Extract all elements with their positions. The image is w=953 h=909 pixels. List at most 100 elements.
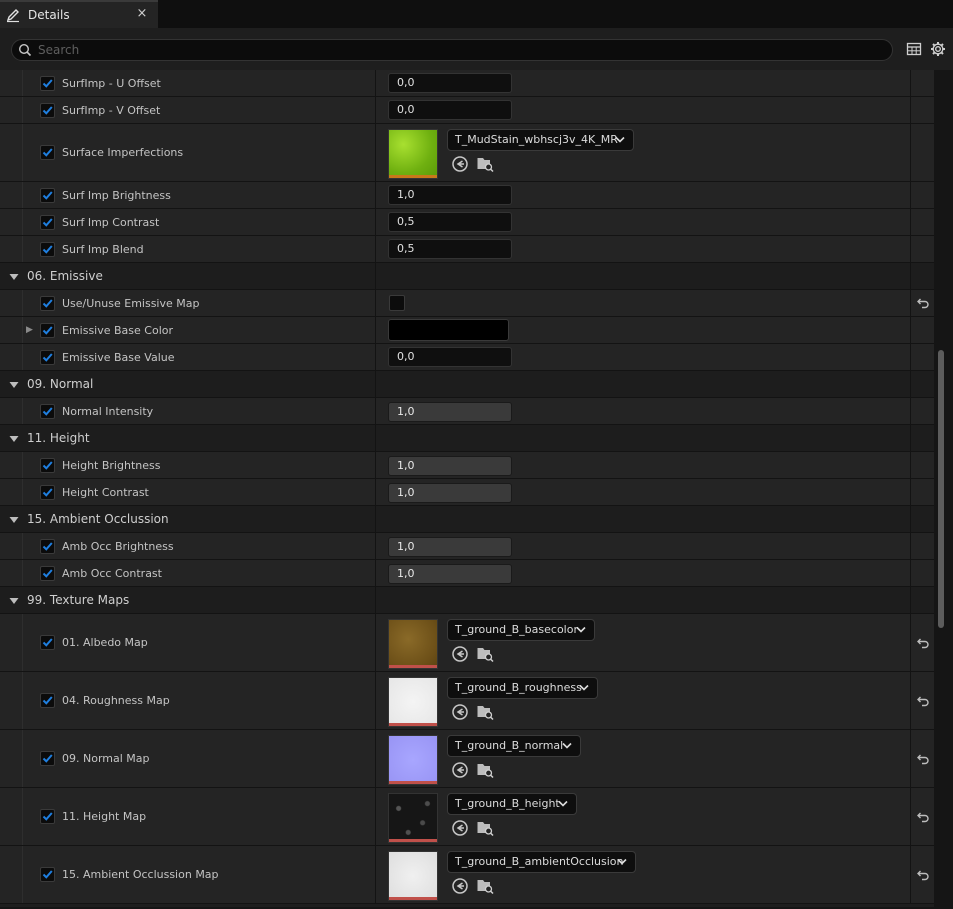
property-label: Amb Occ Brightness xyxy=(62,540,174,553)
asset-picker-dropdown[interactable]: T_ground_B_height xyxy=(447,793,577,815)
texture-thumbnail[interactable] xyxy=(388,735,438,785)
override-checkbox[interactable] xyxy=(40,635,55,650)
collapse-arrow-icon[interactable] xyxy=(9,434,19,444)
browse-asset-icon[interactable] xyxy=(476,645,494,663)
category-texture-maps[interactable]: 99. Texture Maps xyxy=(0,587,934,614)
override-checkbox[interactable] xyxy=(40,103,55,118)
use-selected-asset-icon[interactable] xyxy=(451,155,469,173)
table-view-icon[interactable] xyxy=(906,41,922,57)
search-box[interactable] xyxy=(11,39,893,61)
asset-picker-dropdown[interactable]: T_MudStain_wbhscj3v_4K_MR xyxy=(447,129,634,151)
override-checkbox[interactable] xyxy=(40,485,55,500)
override-checkbox[interactable] xyxy=(40,323,55,338)
use-selected-asset-icon[interactable] xyxy=(451,645,469,663)
use-selected-asset-icon[interactable] xyxy=(451,761,469,779)
browse-asset-icon[interactable] xyxy=(476,877,494,895)
chevron-down-icon xyxy=(576,626,586,633)
property-row-albedo-map: 01. Albedo Map T_ground_B_basecolor xyxy=(0,614,934,672)
reset-to-default-icon[interactable] xyxy=(916,296,930,310)
asset-picker-dropdown[interactable]: T_ground_B_basecolor xyxy=(447,619,595,641)
override-checkbox[interactable] xyxy=(40,867,55,882)
override-checkbox[interactable] xyxy=(40,809,55,824)
override-checkbox[interactable] xyxy=(40,539,55,554)
texture-thumbnail[interactable] xyxy=(388,793,438,843)
override-checkbox[interactable] xyxy=(40,751,55,766)
bool-checkbox[interactable] xyxy=(389,295,405,311)
category-emissive[interactable]: 06. Emissive xyxy=(0,263,934,290)
value-field[interactable]: 1,0 xyxy=(388,185,512,205)
color-swatch[interactable] xyxy=(388,319,509,341)
collapse-arrow-icon[interactable] xyxy=(9,596,19,606)
override-checkbox[interactable] xyxy=(40,215,55,230)
reset-to-default-icon[interactable] xyxy=(916,810,930,824)
value-field[interactable]: 1,0 xyxy=(388,483,512,503)
property-row-height-contrast: Height Contrast 1,0 xyxy=(0,479,934,506)
value-field[interactable]: 1,0 xyxy=(388,564,512,584)
override-checkbox[interactable] xyxy=(40,693,55,708)
browse-asset-icon[interactable] xyxy=(476,155,494,173)
texture-thumbnail[interactable] xyxy=(388,677,438,727)
override-checkbox[interactable] xyxy=(40,404,55,419)
search-input[interactable] xyxy=(38,42,878,58)
vertical-scrollbar[interactable] xyxy=(934,70,953,907)
collapse-arrow-icon[interactable] xyxy=(9,272,19,282)
texture-thumbnail[interactable] xyxy=(388,129,438,179)
chevron-down-icon xyxy=(617,858,627,865)
use-selected-asset-icon[interactable] xyxy=(451,819,469,837)
texture-thumbnail[interactable] xyxy=(388,851,438,901)
browse-asset-icon[interactable] xyxy=(476,819,494,837)
property-label: Surf Imp Contrast xyxy=(62,216,160,229)
value-field[interactable]: 1,0 xyxy=(388,456,512,476)
value-field[interactable]: 0,0 xyxy=(388,73,512,93)
use-selected-asset-icon[interactable] xyxy=(451,877,469,895)
tab-details[interactable]: Details × xyxy=(0,0,158,28)
category-height[interactable]: 11. Height xyxy=(0,425,934,452)
chevron-down-icon xyxy=(615,136,625,143)
scrollbar-thumb[interactable] xyxy=(938,350,944,628)
override-checkbox[interactable] xyxy=(40,566,55,581)
override-checkbox[interactable] xyxy=(40,458,55,473)
override-checkbox[interactable] xyxy=(40,76,55,91)
property-row-emissive-base-color: ▶ Emissive Base Color xyxy=(0,317,934,344)
value-field[interactable]: 0,5 xyxy=(388,212,512,232)
property-label: SurfImp - V Offset xyxy=(62,104,161,117)
reset-to-default-icon[interactable] xyxy=(916,868,930,882)
category-title: 99. Texture Maps xyxy=(27,593,130,607)
collapse-arrow-icon[interactable] xyxy=(9,515,19,525)
property-row-normal-intensity: Normal Intensity 1,0 xyxy=(0,398,934,425)
asset-picker-dropdown[interactable]: T_ground_B_normal xyxy=(447,735,581,757)
expand-arrow-icon[interactable]: ▶ xyxy=(26,325,34,335)
property-label: 04. Roughness Map xyxy=(62,694,170,707)
property-label: 09. Normal Map xyxy=(62,752,150,765)
settings-gear-icon[interactable] xyxy=(930,41,946,57)
close-icon[interactable]: × xyxy=(136,7,148,21)
value-field[interactable]: 1,0 xyxy=(388,537,512,557)
override-checkbox[interactable] xyxy=(40,242,55,257)
tab-title: Details xyxy=(28,8,70,22)
texture-thumbnail[interactable] xyxy=(388,619,438,669)
category-ambient-occlusion[interactable]: 15. Ambient Occlussion xyxy=(0,506,934,533)
asset-picker-dropdown[interactable]: T_ground_B_roughness xyxy=(447,677,598,699)
override-checkbox[interactable] xyxy=(40,188,55,203)
value-field[interactable]: 1,0 xyxy=(388,402,512,422)
property-label: Normal Intensity xyxy=(62,405,154,418)
property-label: Emissive Base Color xyxy=(62,324,174,337)
browse-asset-icon[interactable] xyxy=(476,703,494,721)
value-field[interactable]: 0,0 xyxy=(388,100,512,120)
override-checkbox[interactable] xyxy=(40,145,55,160)
property-row-amb-occ-brightness: Amb Occ Brightness 1,0 xyxy=(0,533,934,560)
value-field[interactable]: 0,0 xyxy=(388,347,512,367)
use-selected-asset-icon[interactable] xyxy=(451,703,469,721)
asset-picker-dropdown[interactable]: T_ground_B_ambientOcclusion xyxy=(447,851,636,873)
override-checkbox[interactable] xyxy=(40,350,55,365)
reset-to-default-icon[interactable] xyxy=(916,752,930,766)
override-checkbox[interactable] xyxy=(40,296,55,311)
browse-asset-icon[interactable] xyxy=(476,761,494,779)
property-row-normal-map: 09. Normal Map T_ground_B_normal xyxy=(0,730,934,788)
reset-to-default-icon[interactable] xyxy=(916,694,930,708)
reset-to-default-icon[interactable] xyxy=(916,636,930,650)
collapse-arrow-icon[interactable] xyxy=(9,380,19,390)
category-normal[interactable]: 09. Normal xyxy=(0,371,934,398)
property-row-surf-imp-contrast: Surf Imp Contrast 0,5 xyxy=(0,209,934,236)
value-field[interactable]: 0,5 xyxy=(388,239,512,259)
